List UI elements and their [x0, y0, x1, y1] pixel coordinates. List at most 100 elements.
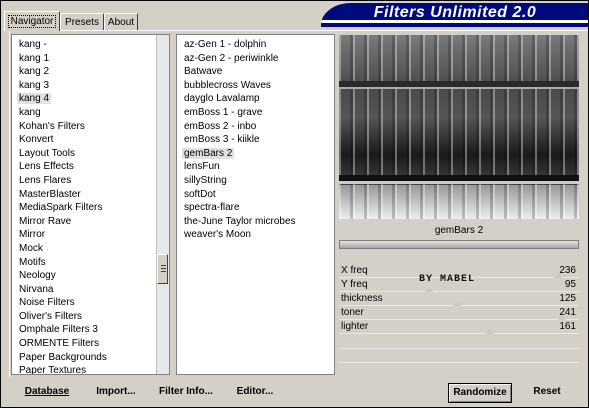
param-value: 236: [559, 265, 576, 276]
filter-item-label: the-June Taylor microbes: [184, 215, 296, 227]
filter-item[interactable]: dayglo Lavalamp: [177, 92, 334, 106]
app-title: Filters Unlimited 2.0: [373, 4, 537, 21]
category-item[interactable]: Mirror Rave: [12, 215, 169, 229]
filter-list[interactable]: az-Gen 1 - dolphin az-Gen 2 - periwinkle B…: [176, 34, 335, 375]
param-slider-row[interactable]: thickness 125: [339, 292, 579, 306]
filter-item[interactable]: lensFun: [177, 160, 334, 174]
param-label: X freq: [341, 265, 368, 276]
category-item-label: Noise Filters: [19, 297, 75, 309]
database-button[interactable]: Database: [17, 383, 77, 401]
category-item[interactable]: Mock: [12, 242, 169, 256]
category-item-label: kang 3: [19, 79, 50, 91]
category-item[interactable]: MediaSpark Filters: [12, 201, 169, 215]
param-label: lighter: [341, 321, 369, 332]
filter-item-label: spectra-flare: [184, 202, 240, 214]
filter-info-button[interactable]: Filter Info...: [156, 383, 216, 401]
category-item[interactable]: Layout Tools: [12, 147, 169, 161]
category-item-label: Kohan's Filters: [19, 120, 85, 132]
param-slider-row[interactable]: lighter 161: [339, 320, 579, 334]
filter-item[interactable]: emBoss 2 - inbo: [177, 120, 334, 134]
filter-preview: [339, 35, 579, 219]
category-item[interactable]: kang -: [12, 38, 169, 52]
filter-item-label: gemBars 2: [182, 147, 235, 159]
param-value: 125: [559, 293, 576, 304]
category-item[interactable]: kang 2: [12, 65, 169, 79]
category-item[interactable]: Lens Flares: [12, 174, 169, 188]
category-item[interactable]: kang: [12, 106, 169, 120]
filter-item[interactable]: spectra-flare: [177, 201, 334, 215]
param-slider-row[interactable]: toner 241: [339, 306, 579, 320]
category-scrollbar[interactable]: [156, 35, 169, 374]
category-item[interactable]: Noise Filters: [12, 296, 169, 310]
category-item[interactable]: Konvert: [12, 133, 169, 147]
filter-item[interactable]: bubblecross Waves: [177, 79, 334, 93]
preview-label: gemBars 2: [434, 225, 484, 236]
filter-item-label: bubblecross Waves: [184, 79, 271, 91]
category-item[interactable]: Nirvana: [12, 283, 169, 297]
param-label: toner: [341, 307, 364, 318]
category-item-label: Lens Effects: [19, 161, 74, 173]
randomize-button[interactable]: Randomize: [448, 383, 512, 403]
tab-presets[interactable]: Presets: [60, 13, 104, 30]
filter-item[interactable]: emBoss 1 - grave: [177, 106, 334, 120]
filter-item-label: emBoss 2 - inbo: [184, 120, 257, 132]
filter-item-label: az-Gen 2 - periwinkle: [184, 52, 279, 64]
category-item[interactable]: Neology: [12, 269, 169, 283]
category-item-label: Mirror Rave: [19, 215, 72, 227]
param-label: thickness: [341, 293, 383, 304]
category-item[interactable]: kang 3: [12, 79, 169, 93]
category-item[interactable]: Lens Effects: [12, 160, 169, 174]
tab-about[interactable]: About: [104, 13, 138, 30]
category-item[interactable]: Mirror: [12, 228, 169, 242]
filter-item-label: lensFun: [184, 161, 220, 173]
slider-track[interactable]: [339, 333, 579, 334]
filter-item[interactable]: gemBars 2: [177, 147, 334, 161]
category-item[interactable]: Oliver's Filters: [12, 310, 169, 324]
import-button[interactable]: Import...: [91, 383, 141, 401]
editor-button[interactable]: Editor...: [233, 383, 277, 401]
filter-item-label: sillyString: [184, 174, 227, 186]
filter-item[interactable]: az-Gen 2 - periwinkle: [177, 52, 334, 66]
filter-item-label: dayglo Lavalamp: [184, 93, 260, 105]
filter-item-label: emBoss 1 - grave: [184, 106, 263, 118]
filter-item-label: softDot: [184, 188, 216, 200]
filter-item[interactable]: sillyString: [177, 174, 334, 188]
category-item[interactable]: Omphale Filters 3: [12, 323, 169, 337]
title-banner: Filters Unlimited 2.0: [321, 3, 588, 27]
progress-bar: [339, 240, 579, 249]
category-item[interactable]: kang 1: [12, 52, 169, 66]
category-item[interactable]: Motifs: [12, 256, 169, 270]
filter-item[interactable]: softDot: [177, 188, 334, 202]
tab-navigator[interactable]: Navigator: [4, 11, 60, 31]
slider-thumb[interactable]: [485, 329, 494, 334]
category-item-label: Motifs: [19, 256, 46, 268]
category-item-label: kang -: [19, 39, 47, 50]
category-item[interactable]: kang 4: [12, 92, 169, 106]
filter-item[interactable]: the-June Taylor microbes: [177, 215, 334, 229]
category-item[interactable]: ORMENTE Filters: [12, 337, 169, 351]
category-item-label: kang 1: [19, 52, 50, 64]
filter-item[interactable]: weaver's Moon: [177, 228, 334, 242]
category-item[interactable]: Paper Textures: [12, 364, 169, 374]
param-value: 161: [559, 321, 576, 332]
category-item-label: Omphale Filters 3: [19, 324, 98, 336]
category-item-label: Konvert: [19, 134, 54, 146]
filter-item[interactable]: az-Gen 1 - dolphin: [177, 38, 334, 52]
filter-item[interactable]: emBoss 3 - kiikle: [177, 133, 334, 147]
filter-item[interactable]: Batwave: [177, 65, 334, 79]
filter-item-label: Batwave: [184, 66, 223, 78]
scrollbar-thumb[interactable]: [157, 254, 168, 284]
preview-image: [339, 35, 579, 219]
filter-item-label: az-Gen 1 - dolphin: [184, 39, 267, 50]
category-item-label: Layout Tools: [19, 147, 75, 159]
filter-item-label: weaver's Moon: [184, 229, 251, 241]
category-item-label: Lens Flares: [19, 174, 72, 186]
category-item-label: Paper Backgrounds: [19, 351, 107, 363]
category-item-label: Oliver's Filters: [19, 310, 83, 322]
category-item[interactable]: MasterBlaster: [12, 188, 169, 202]
watermark-text: BY MABEL: [419, 274, 476, 285]
reset-button[interactable]: Reset: [525, 383, 569, 401]
category-item[interactable]: Kohan's Filters: [12, 120, 169, 134]
category-item[interactable]: Paper Backgrounds: [12, 351, 169, 365]
category-list[interactable]: kang - kang 1 kang 2 kang 3 kang 4 kang Kohan'…: [11, 34, 170, 375]
